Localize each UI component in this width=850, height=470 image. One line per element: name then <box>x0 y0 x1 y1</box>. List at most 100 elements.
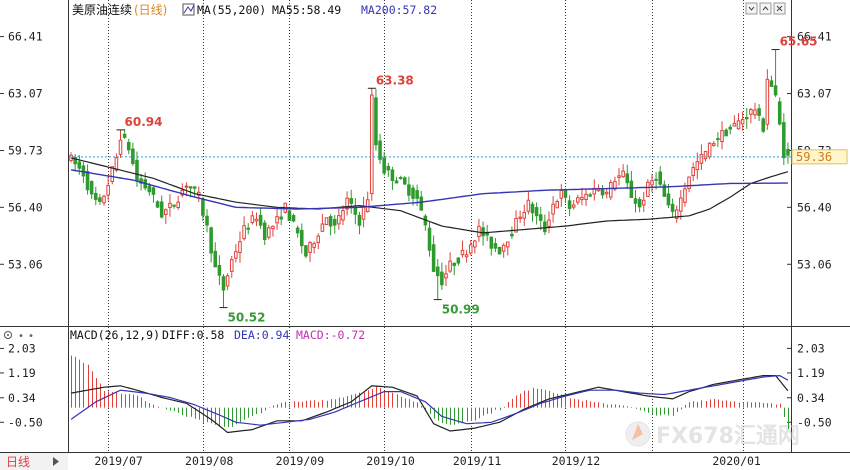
candle-body <box>456 257 461 264</box>
candle-body <box>625 173 630 184</box>
candle-body <box>703 150 708 160</box>
annotation-label: 65.65 <box>780 35 818 49</box>
candle-body <box>559 189 564 199</box>
candle-body <box>131 148 135 165</box>
candle-body <box>728 126 733 130</box>
macd-tick-label-right: 0.34 <box>797 391 825 405</box>
candle-body <box>246 227 250 230</box>
candle-body <box>225 275 230 287</box>
candle-body <box>155 201 160 208</box>
candle-body <box>357 214 362 226</box>
ma200-value: MA200:57.82 <box>361 3 437 17</box>
candle-body <box>312 243 316 248</box>
candle-body <box>386 165 391 171</box>
x-axis-label: 2019/08 <box>185 454 234 468</box>
candle-body <box>151 187 156 195</box>
candle-body <box>473 240 477 248</box>
macd-dot-2: • <box>28 331 34 342</box>
price-tick-label-right: 56.40 <box>797 200 832 214</box>
candle-body <box>468 244 473 254</box>
candle-body <box>617 175 621 178</box>
candle-body <box>691 167 695 176</box>
candle-body <box>168 202 172 208</box>
candle-body <box>89 181 94 195</box>
candle-body <box>695 161 700 171</box>
candle-body <box>415 190 419 199</box>
candle-body <box>291 215 296 222</box>
candle-body <box>295 227 300 234</box>
candle-body <box>361 206 366 220</box>
candle-body <box>489 236 494 249</box>
candle-body <box>94 192 98 200</box>
candle-body <box>444 273 448 279</box>
candle-body <box>407 184 411 196</box>
close-button[interactable] <box>773 2 786 15</box>
candle-body <box>394 180 399 184</box>
candle-body <box>786 148 790 156</box>
candle-body <box>588 194 592 197</box>
candle-body <box>769 80 774 87</box>
high-low-annotations: 60.94 50.52 63.38 50.99 65.65 <box>116 35 818 325</box>
candle-body <box>192 186 197 189</box>
collapse-button[interactable] <box>759 2 772 15</box>
candle-body <box>563 190 568 198</box>
candle-body <box>172 204 176 207</box>
x-axis-label: 2020/01 <box>712 454 761 468</box>
candle-body <box>452 262 456 266</box>
candle-body <box>604 191 609 195</box>
candle-body <box>341 210 345 221</box>
annotation-label: 50.99 <box>442 303 480 317</box>
macd-tick-label-left: 0.34 <box>8 391 36 405</box>
annotation-label: 60.94 <box>125 115 163 129</box>
candle-body <box>398 177 403 180</box>
candle-body <box>332 218 337 226</box>
price-tick-label-left: 59.73 <box>8 144 43 158</box>
macd-dea-value: DEA:0.94 <box>234 328 289 342</box>
last-price-badge: 59.36 <box>791 149 848 165</box>
candle-body <box>493 243 498 249</box>
candle-body <box>522 211 527 219</box>
period-button[interactable]: 日线 <box>0 453 68 470</box>
x-axis-label: 2019/12 <box>552 454 600 468</box>
macd-hist-value: MACD:-0.72 <box>296 328 365 342</box>
candle-body <box>419 196 424 211</box>
candle-body <box>188 186 193 189</box>
candle-body <box>534 207 539 217</box>
candle-body <box>102 195 106 204</box>
price-tick-label-left: 56.40 <box>8 200 43 214</box>
candle-body <box>126 141 131 151</box>
candle-body <box>576 197 580 203</box>
candle-body <box>304 245 308 257</box>
candle-body <box>440 271 444 286</box>
expand-button[interactable] <box>745 2 758 15</box>
candle-body <box>460 249 465 256</box>
macd-legend: • • MACD(26,12,9) DIFF:0.58 DEA:0.94 MAC… <box>4 328 365 342</box>
candle-body <box>106 185 110 196</box>
price-tick-label-left: 66.41 <box>8 30 43 44</box>
candle-body <box>238 241 242 254</box>
candle-body <box>370 94 374 195</box>
candle-body <box>530 203 535 214</box>
candle-body <box>600 189 605 196</box>
candle-body <box>506 241 510 248</box>
ma-settings-icon[interactable] <box>182 3 195 16</box>
candle-body <box>736 120 741 130</box>
candle-body <box>279 216 283 220</box>
macd-settings-icon[interactable] <box>4 331 12 339</box>
annotation-label: 50.52 <box>228 311 266 325</box>
instrument-name: 美原油连续 <box>72 2 132 17</box>
candle-body <box>365 199 370 213</box>
candle-body <box>510 233 514 237</box>
ma55-value: MA55:58.49 <box>272 3 341 17</box>
macd-tick-label-left: 2.03 <box>8 341 36 355</box>
candle-body <box>217 264 222 276</box>
candle-body <box>724 129 728 137</box>
candle-body <box>184 185 189 188</box>
candle-body <box>712 143 716 146</box>
candle-body <box>501 244 506 252</box>
candle-body <box>670 203 675 212</box>
candle-body <box>646 181 650 197</box>
candle-body <box>435 266 440 277</box>
candle-body <box>320 223 325 232</box>
price-tick-label-right: 53.06 <box>797 257 832 271</box>
